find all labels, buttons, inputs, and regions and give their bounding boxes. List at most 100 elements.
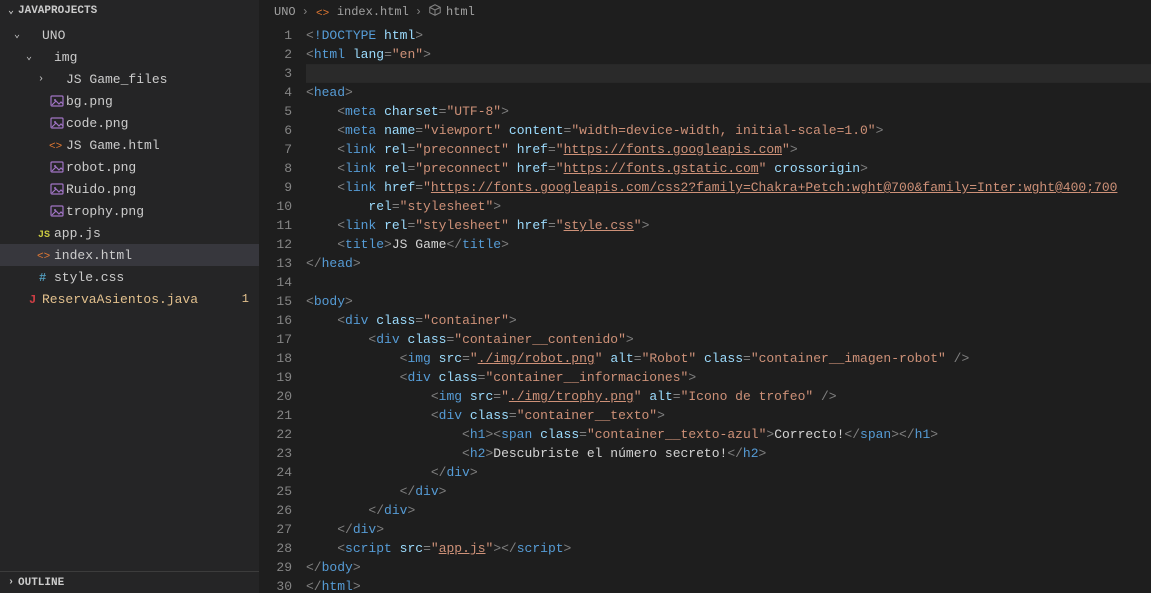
image-icon (48, 115, 66, 131)
image-icon (48, 203, 66, 219)
code-line[interactable]: <h1><span class="container__texto-azul">… (306, 425, 1151, 444)
line-number: 1 (260, 26, 292, 45)
code-line[interactable]: <meta name="viewport" content="width=dev… (306, 121, 1151, 140)
breadcrumb-part[interactable]: UNO (274, 5, 296, 19)
tree-item-ruido[interactable]: ›Ruido.png (0, 178, 259, 200)
line-number: 11 (260, 216, 292, 235)
line-number: 4 (260, 83, 292, 102)
code-line[interactable]: </head> (306, 254, 1151, 273)
tree-item-label: index.html (54, 248, 132, 263)
code-line[interactable]: <img src="./img/trophy.png" alt="Icono d… (306, 387, 1151, 406)
tree-item-label: JS Game_files (66, 72, 167, 87)
breadcrumb-part[interactable]: index.html (337, 5, 409, 19)
tree-item-label: ReservaAsientos.java (42, 292, 198, 307)
line-number: 27 (260, 520, 292, 539)
code-line[interactable]: <link href="https://fonts.googleapis.com… (306, 178, 1151, 197)
image-icon (48, 159, 66, 175)
chevron-down-icon: ⌄ (10, 29, 24, 41)
tree-item-stylecss[interactable]: ›style.css (0, 266, 259, 288)
code-line[interactable]: <script src="app.js"></script> (306, 539, 1151, 558)
line-gutter: 1234567891011121314151617181920212223242… (260, 24, 306, 593)
css-icon (36, 269, 54, 285)
tree-item-label: robot.png (66, 160, 136, 175)
tree-item-uno[interactable]: ⌄UNO (0, 24, 259, 46)
line-number: 6 (260, 121, 292, 140)
line-number: 22 (260, 425, 292, 444)
tree-item-label: style.css (54, 270, 124, 285)
code-line[interactable]: <div class="container__contenido"> (306, 330, 1151, 349)
code-line[interactable]: <link rel="preconnect" href="https://fon… (306, 140, 1151, 159)
code-line[interactable]: <!DOCTYPE html> (306, 26, 1151, 45)
code-line[interactable] (306, 273, 1151, 292)
code-editor[interactable]: 1234567891011121314151617181920212223242… (260, 24, 1151, 593)
code-line[interactable]: <div class="container__informaciones"> (306, 368, 1151, 387)
code-line[interactable] (306, 64, 1151, 83)
chevron-down-icon: ⌄ (22, 51, 36, 63)
tree-item-code[interactable]: ›code.png (0, 112, 259, 134)
breadcrumb-part[interactable]: html (446, 5, 475, 19)
code-line[interactable]: <div class="container__texto"> (306, 406, 1151, 425)
code-line[interactable]: <img src="./img/robot.png" alt="Robot" c… (306, 349, 1151, 368)
code-line[interactable]: <link rel="preconnect" href="https://fon… (306, 159, 1151, 178)
tree-item-reserva[interactable]: ›ReservaAsientos.java1 (0, 288, 259, 310)
code-line[interactable]: <body> (306, 292, 1151, 311)
html-file-icon: <> (315, 4, 333, 20)
explorer-sidebar: ⌄ JAVAPROJECTS ⌄UNO⌄img›JS Game_files›bg… (0, 0, 260, 593)
code-line[interactable]: </div> (306, 482, 1151, 501)
tree-item-trophy[interactable]: ›trophy.png (0, 200, 259, 222)
line-number: 20 (260, 387, 292, 406)
tree-item-robot[interactable]: ›robot.png (0, 156, 259, 178)
code-line[interactable]: </div> (306, 501, 1151, 520)
code-line[interactable]: <meta charset="UTF-8"> (306, 102, 1151, 121)
tree-item-label: JS Game.html (66, 138, 160, 153)
outline-header[interactable]: › OUTLINE (0, 571, 259, 593)
breadcrumb-separator: › (415, 5, 422, 19)
breadcrumb[interactable]: UNO › <> index.html › html (260, 0, 1151, 24)
code-line[interactable]: rel="stylesheet"> (306, 197, 1151, 216)
code-content[interactable]: <!DOCTYPE html><html lang="en"> <head> <m… (306, 24, 1151, 593)
line-number: 13 (260, 254, 292, 273)
file-tree: ⌄UNO⌄img›JS Game_files›bg.png›code.png›J… (0, 22, 259, 571)
svg-text:<>: <> (316, 8, 329, 20)
line-number: 26 (260, 501, 292, 520)
project-title: JAVAPROJECTS (18, 5, 97, 17)
code-line[interactable]: </body> (306, 558, 1151, 577)
code-line[interactable]: <head> (306, 83, 1151, 102)
code-line[interactable]: <html lang="en"> (306, 45, 1151, 64)
tree-item-label: Ruido.png (66, 182, 136, 197)
line-number: 30 (260, 577, 292, 593)
tree-item-label: img (54, 50, 77, 65)
cube-icon (428, 3, 442, 21)
code-line[interactable]: <title>JS Game</title> (306, 235, 1151, 254)
line-number: 18 (260, 349, 292, 368)
chevron-down-icon: ⌄ (4, 5, 18, 17)
line-number: 10 (260, 197, 292, 216)
code-line[interactable]: <h2>Descubriste el número secreto!</h2> (306, 444, 1151, 463)
chevron-right-icon: › (4, 577, 18, 588)
code-line[interactable]: </div> (306, 463, 1151, 482)
code-line[interactable]: </div> (306, 520, 1151, 539)
code-line[interactable]: <link rel="stylesheet" href="style.css"> (306, 216, 1151, 235)
code-line[interactable]: </html> (306, 577, 1151, 593)
chevron-right-icon: › (34, 74, 48, 85)
tree-item-bg[interactable]: ›bg.png (0, 90, 259, 112)
line-number: 3 (260, 64, 292, 83)
tree-item-jsgamehtml[interactable]: ›JS Game.html (0, 134, 259, 156)
line-number: 23 (260, 444, 292, 463)
tree-item-appjs[interactable]: ›app.js (0, 222, 259, 244)
project-header[interactable]: ⌄ JAVAPROJECTS (0, 0, 259, 22)
image-icon (48, 93, 66, 109)
tree-item-img[interactable]: ⌄ img (0, 46, 259, 68)
line-number: 28 (260, 539, 292, 558)
line-number: 17 (260, 330, 292, 349)
breadcrumb-separator: › (302, 5, 309, 19)
code-line[interactable]: <div class="container"> (306, 311, 1151, 330)
line-number: 19 (260, 368, 292, 387)
line-number: 21 (260, 406, 292, 425)
tree-item-indexhtml[interactable]: ›index.html (0, 244, 259, 266)
tree-item-jsgamefiles[interactable]: › JS Game_files (0, 68, 259, 90)
line-number: 25 (260, 482, 292, 501)
editor-area: UNO › <> index.html › html 1234567891011… (260, 0, 1151, 593)
line-number: 24 (260, 463, 292, 482)
html-icon (48, 137, 66, 153)
